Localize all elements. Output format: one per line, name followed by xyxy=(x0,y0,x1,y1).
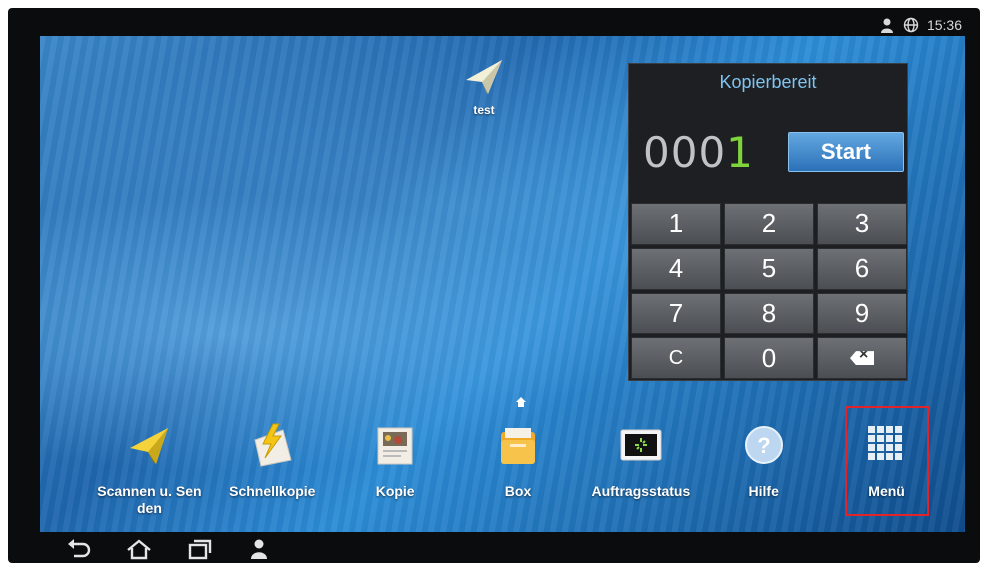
app-job-status[interactable]: Auftragsstatus xyxy=(579,412,702,532)
key-6[interactable]: 6 xyxy=(817,247,907,290)
recent-apps-icon[interactable] xyxy=(186,538,212,560)
key-2[interactable]: 2 xyxy=(724,203,814,245)
app-label: Box xyxy=(504,483,532,499)
numeric-keypad: 1 2 3 4 5 6 7 8 9 C 0 xyxy=(631,203,907,379)
copy-count-active-digit: 1 xyxy=(726,127,754,177)
app-scan-send[interactable]: Scannen u. Senden xyxy=(88,412,211,532)
copy-count-digits: 000 xyxy=(643,127,727,177)
box-folder-icon xyxy=(501,428,535,464)
back-icon[interactable] xyxy=(66,538,92,560)
key-clear[interactable]: C xyxy=(631,337,721,379)
home-icon[interactable] xyxy=(126,538,152,560)
quick-copy-icon xyxy=(254,423,292,467)
job-status-monitor-icon xyxy=(620,429,662,461)
key-3[interactable]: 3 xyxy=(817,203,907,245)
paper-plane-icon xyxy=(466,60,502,94)
home-page-indicator-icon xyxy=(516,397,526,407)
home-screen: test Kopierbereit 0001 Start 1 2 3 4 5 6… xyxy=(40,36,965,532)
app-menu[interactable]: Menü xyxy=(825,406,948,532)
backspace-key[interactable] xyxy=(817,337,907,379)
app-copy[interactable]: Kopie xyxy=(334,412,457,532)
app-label: Schnellkopie xyxy=(229,483,316,499)
user-icon xyxy=(879,17,895,33)
key-5[interactable]: 5 xyxy=(724,247,814,290)
app-quick-copy[interactable]: Schnellkopie xyxy=(211,412,334,532)
app-grid-icon xyxy=(867,426,902,460)
svg-text:?: ? xyxy=(757,433,770,458)
app-label: Hilfe xyxy=(748,483,779,499)
key-1[interactable]: 1 xyxy=(631,203,721,245)
app-help[interactable]: ? Hilfe xyxy=(702,412,825,532)
app-box[interactable]: Box xyxy=(457,412,580,532)
copy-icon xyxy=(377,427,413,465)
user-profile-icon[interactable] xyxy=(246,538,272,560)
start-button[interactable]: Start xyxy=(787,132,904,172)
clock: 15:36 xyxy=(926,17,962,33)
help-question-icon: ? xyxy=(744,426,783,464)
globe-icon xyxy=(903,17,919,33)
backspace-icon xyxy=(850,351,874,366)
paper-plane-icon xyxy=(130,428,169,464)
navigation-bar xyxy=(8,535,980,563)
app-dock: Scannen u. Senden Schnellkopie Kopie Box… xyxy=(88,406,948,532)
copy-count: 0001 xyxy=(643,128,754,177)
shortcut-label: test xyxy=(473,103,495,117)
desktop-shortcut-test[interactable]: test xyxy=(452,58,516,117)
key-0[interactable]: 0 xyxy=(724,337,814,379)
device-bezel: 15:36 test Kopierbereit 0001 Start 1 2 3 xyxy=(8,8,980,563)
copy-status: Kopierbereit xyxy=(719,72,817,92)
copy-widget: Kopierbereit 0001 Start 1 2 3 4 5 6 7 8 … xyxy=(628,63,908,381)
app-label: Kopie xyxy=(375,483,415,499)
app-label: Menü xyxy=(868,483,905,499)
key-8[interactable]: 8 xyxy=(724,292,814,335)
key-9[interactable]: 9 xyxy=(817,292,907,335)
app-label: Scannen u. Senden xyxy=(97,483,202,516)
key-7[interactable]: 7 xyxy=(631,292,721,335)
key-4[interactable]: 4 xyxy=(631,247,721,290)
app-label: Auftragsstatus xyxy=(591,483,691,499)
